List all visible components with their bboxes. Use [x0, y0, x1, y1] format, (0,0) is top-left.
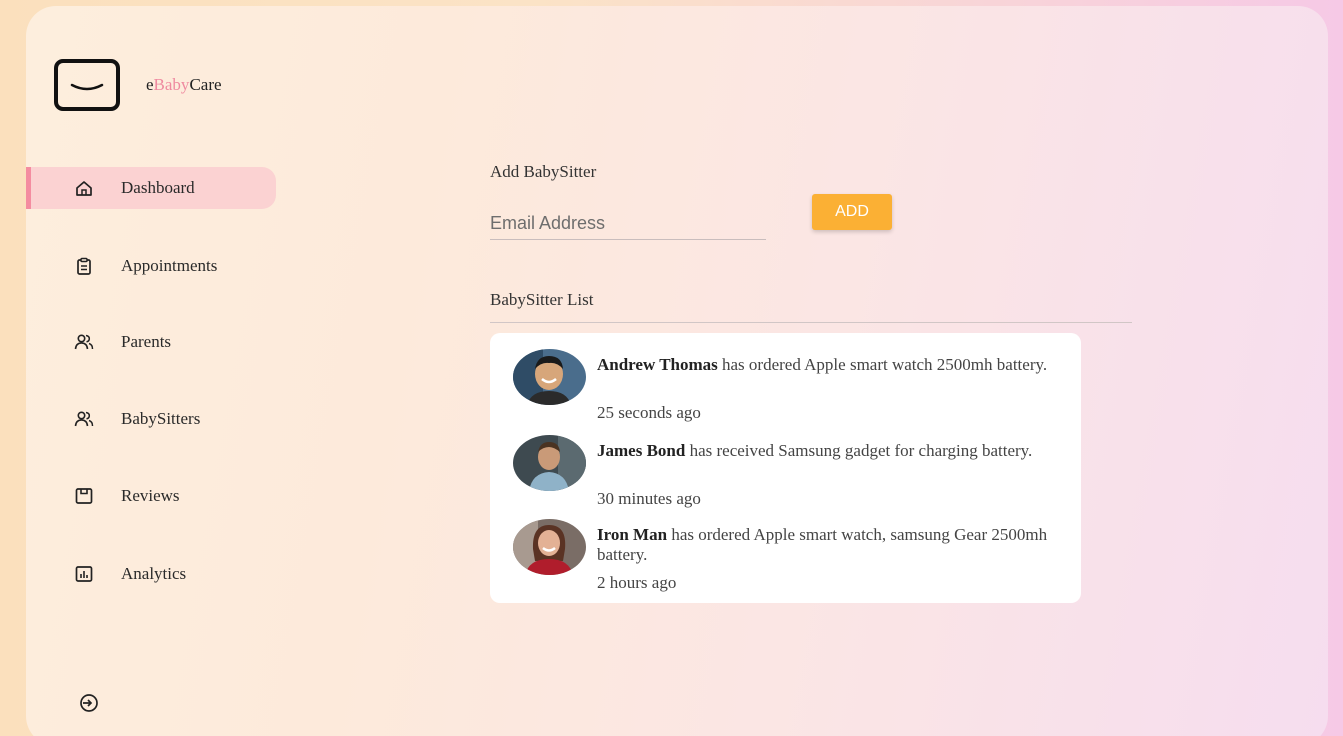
list-item-message: Iron Man has ordered Apple smart watch, …	[597, 525, 1048, 564]
list-item-time: 25 seconds ago	[597, 403, 701, 422]
list-item-time: 2 hours ago	[597, 573, 677, 592]
add-button[interactable]: ADD	[812, 194, 892, 230]
list-item[interactable]: Iron Man has ordered Apple smart watch, …	[490, 517, 1081, 603]
list-item-message: James Bond has received Samsung gadget f…	[597, 441, 1033, 460]
sidebar-item-label: Reviews	[121, 486, 180, 505]
babysitter-list: Andrew Thomas has ordered Apple smart wa…	[490, 333, 1081, 603]
list-item-time: 30 minutes ago	[597, 489, 701, 508]
list-item-name: Andrew Thomas	[597, 355, 718, 374]
app-window: eBabyCare Dashboard Appointments Parents	[26, 6, 1328, 736]
sidebar-item-reviews[interactable]: Reviews	[26, 475, 276, 517]
list-item-name: James Bond	[597, 441, 686, 460]
logo-icon	[54, 59, 120, 111]
add-babysitter-title: Add BabySitter	[490, 162, 597, 181]
sidebar-item-dashboard[interactable]: Dashboard	[26, 167, 276, 209]
clipboard-icon	[77, 257, 91, 275]
email-input[interactable]	[490, 208, 766, 240]
sidebar-item-label: Parents	[121, 332, 172, 351]
list-item-name: Iron Man	[597, 525, 668, 544]
home-icon	[76, 181, 92, 196]
list-item-message: Andrew Thomas has ordered Apple smart wa…	[597, 355, 1048, 374]
logout-icon[interactable]	[78, 692, 100, 714]
sidebar-item-label: Appointments	[121, 256, 218, 275]
chart-icon	[75, 566, 93, 582]
brand-name: eBabyCare	[146, 75, 222, 94]
divider	[490, 322, 1132, 323]
avatar	[513, 349, 586, 405]
avatar	[513, 435, 586, 491]
babysitter-list-title: BabySitter List	[490, 290, 594, 309]
sidebar-item-babysitters[interactable]: BabySitters	[26, 398, 276, 440]
sidebar-item-label: Analytics	[121, 564, 187, 583]
review-icon	[75, 488, 93, 504]
sidebar-item-label: Dashboard	[121, 178, 195, 197]
sidebar-item-analytics[interactable]: Analytics	[26, 553, 276, 595]
sidebar-item-appointments[interactable]: Appointments	[26, 245, 276, 287]
sidebar-item-parents[interactable]: Parents	[26, 321, 276, 363]
sidebar-item-label: BabySitters	[121, 409, 201, 428]
users-icon	[74, 411, 94, 427]
list-item[interactable]: James Bond has received Samsung gadget f…	[490, 433, 1081, 519]
avatar	[513, 519, 586, 575]
list-item[interactable]: Andrew Thomas has ordered Apple smart wa…	[490, 347, 1081, 433]
users-icon	[74, 334, 94, 350]
